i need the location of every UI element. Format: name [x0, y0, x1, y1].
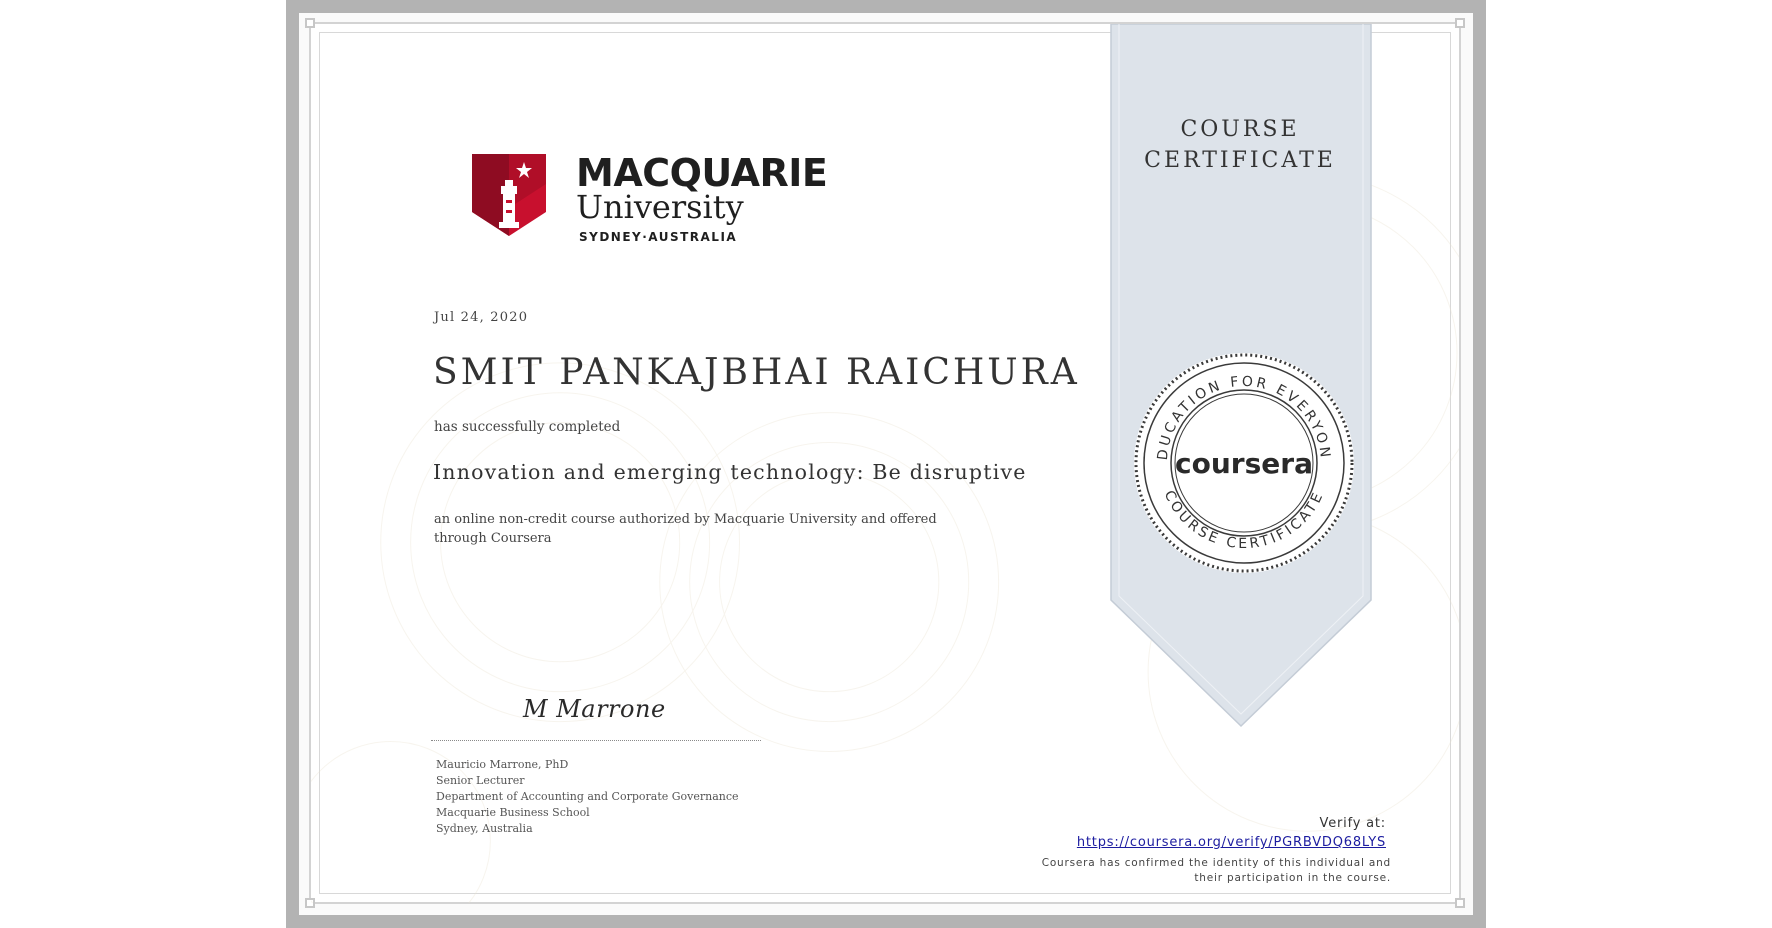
signer-details: Mauricio Marrone, PhD Senior Lecturer De…	[436, 757, 739, 837]
ribbon-title-line-2: CERTIFICATE	[1144, 148, 1336, 173]
lighthouse-shield-icon	[472, 154, 546, 236]
signer-department: Department of Accounting and Corporate G…	[436, 790, 739, 803]
coursera-seal: EDUCATION FOR EVERYONE COURSE CERTIFICAT…	[1129, 348, 1354, 573]
verify-note-line-2: their participation in the course.	[1194, 872, 1391, 884]
seal-center-text: coursera	[1175, 447, 1313, 480]
recipient-name: SMIT PANKAJBHAI RAICHURA	[433, 352, 1080, 393]
course-description: an online non-credit course authorized b…	[434, 512, 937, 546]
verification-block: Verify at: https://coursera.org/verify/P…	[971, 816, 1391, 886]
certificate-border: MACQUARIE University SYDNEY·AUSTRALIA Ju…	[286, 0, 1486, 928]
course-title: Innovation and emerging technology: Be d…	[433, 460, 1027, 484]
signature: M Marrone	[523, 695, 666, 723]
verify-note-line-1: Coursera has confirmed the identity of t…	[1041, 857, 1391, 869]
certificate: MACQUARIE University SYDNEY·AUSTRALIA Ju…	[305, 18, 1465, 908]
signer-location: Sydney, Australia	[436, 822, 533, 835]
signer-school: Macquarie Business School	[436, 806, 590, 819]
logo-location: SYDNEY·AUSTRALIA	[579, 230, 738, 244]
signature-line	[431, 740, 761, 741]
signer-title: Senior Lecturer	[436, 774, 525, 787]
macquarie-logo: MACQUARIE University SYDNEY·AUSTRALIA	[472, 151, 828, 246]
verify-note: Coursera has confirmed the identity of t…	[971, 856, 1391, 886]
ribbon-title: COURSE CERTIFICATE	[1109, 114, 1371, 176]
certificate-ribbon: COURSE CERTIFICATE EDUCATION FOR EVERYON…	[1109, 24, 1389, 754]
verify-link[interactable]: https://coursera.org/verify/PGRBVDQ68LYS	[1077, 835, 1391, 850]
signer-name: Mauricio Marrone, PhD	[436, 758, 569, 771]
issue-date: Jul 24, 2020	[434, 310, 529, 325]
completed-text: has successfully completed	[434, 419, 621, 435]
verify-label: Verify at:	[1319, 816, 1386, 831]
logo-name-line-2: University	[576, 188, 744, 226]
ribbon-title-line-1: COURSE	[1180, 117, 1300, 142]
